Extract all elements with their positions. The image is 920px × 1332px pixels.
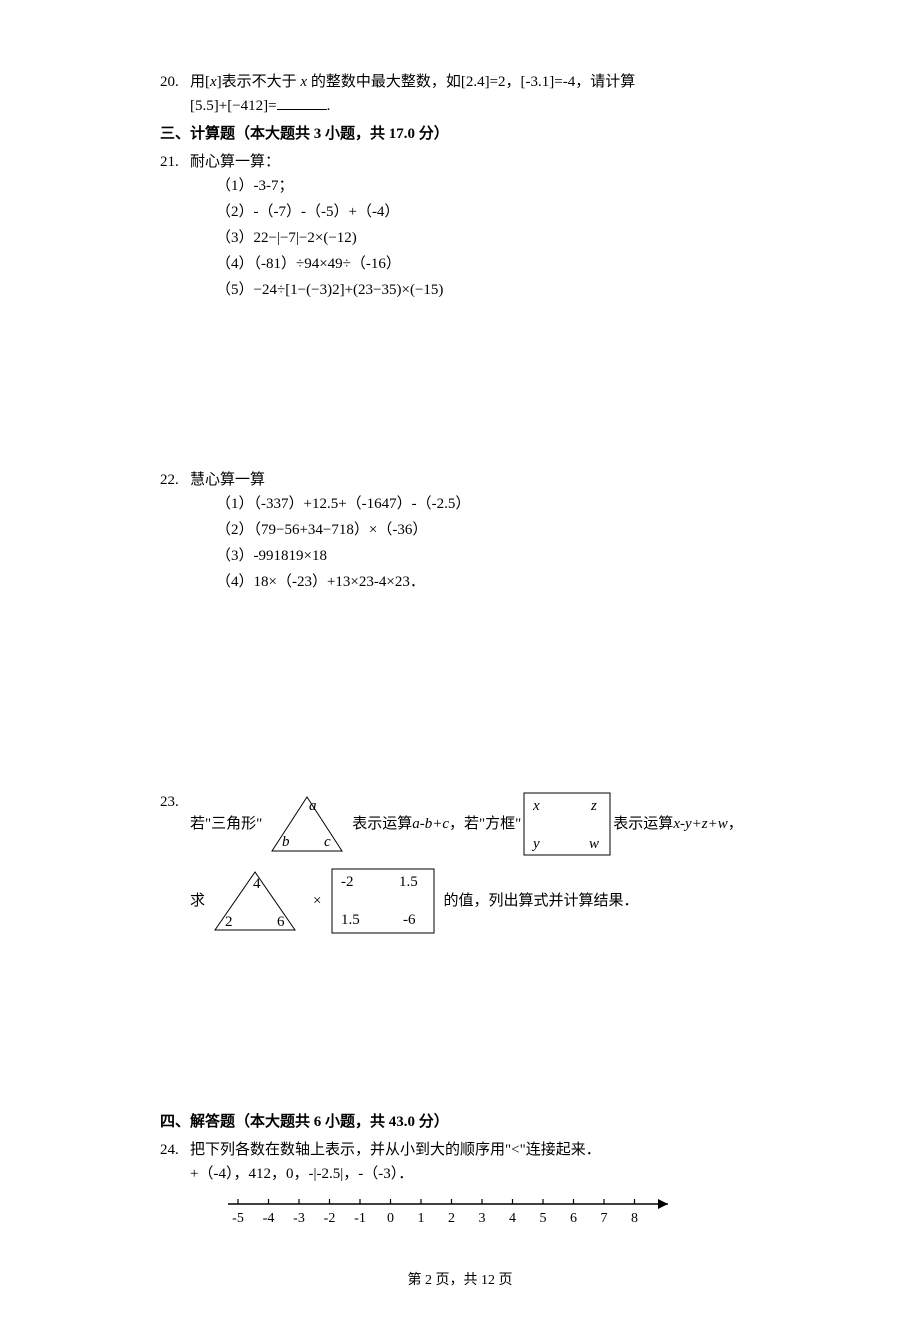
problem-number: 22. xyxy=(160,468,190,596)
tri2-c: 6 xyxy=(277,914,285,930)
tri-b: b xyxy=(282,834,290,850)
tick-label: -4 xyxy=(263,1211,275,1226)
expr-abc: a-b+c xyxy=(412,812,449,836)
problem-24: 24. 把下列各数在数轴上表示，并从小到大的顺序用"<"连接起来． +（-4），… xyxy=(160,1138,760,1240)
section-3-heading: 三、计算题（本大题共 3 小题，共 17.0 分） xyxy=(160,122,760,146)
q23-l1-d: 表示运算 xyxy=(613,812,673,836)
tick-label: 6 xyxy=(570,1211,577,1226)
problem-number: 21. xyxy=(160,150,190,304)
box-x: x xyxy=(532,798,540,814)
spacing xyxy=(160,600,760,790)
box2-x: -2 xyxy=(341,874,354,890)
spacing xyxy=(160,308,760,468)
problem-body: 若"三角形" a b c 表示运算 a-b+c，若"方框" x z y w xyxy=(190,790,760,936)
box2-y: 1.5 xyxy=(341,912,360,928)
tick-label: -1 xyxy=(354,1211,366,1226)
tick-label: 0 xyxy=(387,1211,394,1226)
problem-22: 22. 慧心算一算 （1）（-337）+12.5+（-1647）-（-2.5） … xyxy=(160,468,760,596)
q20-line2: [5.5]+[−412]= xyxy=(190,98,277,114)
box-y: y xyxy=(531,836,540,852)
tick-label: 5 xyxy=(540,1211,547,1226)
q22-item-1: （1）（-337）+12.5+（-1647）-（-2.5） xyxy=(190,492,760,516)
q23-l2-a: 求 xyxy=(190,889,205,913)
problem-body: 把下列各数在数轴上表示，并从小到大的顺序用"<"连接起来． +（-4），412，… xyxy=(190,1138,760,1240)
q24-line2: +（-4），412，0，-|-2.5|，-（-3）． xyxy=(190,1162,760,1186)
problem-body: 用[x]表示不大于 x 的整数中最大整数，如[2.4]=2，[-3.1]=-4，… xyxy=(190,70,760,118)
box2-w: -6 xyxy=(403,912,416,928)
q23-l1-b: 表示运算 xyxy=(352,812,412,836)
tri2-a: 4 xyxy=(253,876,261,892)
tick-label: -5 xyxy=(232,1211,244,1226)
q21-item-3: （3）22−|−7|−2×(−12) xyxy=(190,226,760,250)
triangle-426-icon: 4 2 6 xyxy=(205,866,305,936)
q23-l2-b: 的值，列出算式并计算结果． xyxy=(443,889,638,913)
q20-text-c: 的整数中最大整数，如[2.4]=2，[-3.1]=-4，请计算 xyxy=(307,74,635,90)
q21-lead: 耐心算一算： xyxy=(190,150,760,174)
variable-x: x xyxy=(210,74,217,90)
q24-line1: 把下列各数在数轴上表示，并从小到大的顺序用"<"连接起来． xyxy=(190,1138,760,1162)
problem-body: 耐心算一算： （1）-3-7； （2）-（-7）-（-5）+（-4） （3）22… xyxy=(190,150,760,304)
q23-l1-a: 若"三角形" xyxy=(190,812,262,836)
tri-c: c xyxy=(324,834,331,850)
triangle-abc-icon: a b c xyxy=(262,791,352,857)
tri2-b: 2 xyxy=(225,914,233,930)
q22-item-4: （4）18×（-23）+13×23-4×23． xyxy=(190,570,760,594)
tick-label: -2 xyxy=(324,1211,336,1226)
problem-21: 21. 耐心算一算： （1）-3-7； （2）-（-7）-（-5）+（-4） （… xyxy=(160,150,760,304)
tick-label: 3 xyxy=(479,1211,486,1226)
tick-label: 7 xyxy=(601,1211,608,1226)
problem-number: 23. xyxy=(160,790,190,936)
problem-body: 慧心算一算 （1）（-337）+12.5+（-1647）-（-2.5） （2）（… xyxy=(190,468,760,596)
problem-23: 23. 若"三角形" a b c 表示运算 a-b+c，若"方框" x z xyxy=(160,790,760,936)
problem-number: 20. xyxy=(160,70,190,118)
q21-item-4: （4）（-81）÷94×49÷（-16） xyxy=(190,252,760,276)
q21-item-1: （1）-3-7； xyxy=(190,174,760,198)
q20-text-a: 用[ xyxy=(190,74,210,90)
tick-label: 8 xyxy=(631,1211,638,1226)
times-sign: × xyxy=(313,889,321,913)
q23-l1-c: ，若"方框" xyxy=(449,812,521,836)
q21-item-2: （2）-（-7）-（-5）+（-4） xyxy=(190,200,760,224)
q22-item-2: （2）（79−56+34−718）×（-36） xyxy=(190,518,760,542)
q22-item-3: （3）-991819×18 xyxy=(190,544,760,568)
box2-z: 1.5 xyxy=(399,874,418,890)
box-w: w xyxy=(589,836,599,852)
q23-l1-e: ， xyxy=(728,812,743,836)
page-footer: 第 2 页，共 12 页 xyxy=(160,1270,760,1292)
box-numbers-icon: -2 1.5 1.5 -6 xyxy=(329,866,437,936)
tick-label: -3 xyxy=(293,1211,305,1226)
tick-label: 2 xyxy=(448,1211,455,1226)
q22-lead: 慧心算一算 xyxy=(190,468,760,492)
tick-label: 4 xyxy=(509,1211,516,1226)
problem-20: 20. 用[x]表示不大于 x 的整数中最大整数，如[2.4]=2，[-3.1]… xyxy=(160,70,760,118)
box-z: z xyxy=(590,798,597,814)
q20-text-b: ]表示不大于 xyxy=(217,74,301,90)
section-4-heading: 四、解答题（本大题共 6 小题，共 43.0 分） xyxy=(160,1110,760,1134)
tick-label: 1 xyxy=(418,1211,425,1226)
spacing xyxy=(160,940,760,1110)
tri-a: a xyxy=(309,798,317,814)
q21-item-5: （5）−24÷[1−(−3)2]+(23−35)×(−15) xyxy=(190,278,760,302)
expr-xyzw: x-y+z+w xyxy=(673,812,727,836)
problem-number: 24. xyxy=(160,1138,190,1240)
fill-blank xyxy=(277,94,327,110)
q20-line2-after: . xyxy=(327,98,331,114)
number-line-icon: -5 -4 -3 -2 -1 0 1 2 3 4 5 6 7 8 xyxy=(218,1192,688,1232)
box-xyzw-icon: x z y w xyxy=(521,790,613,858)
